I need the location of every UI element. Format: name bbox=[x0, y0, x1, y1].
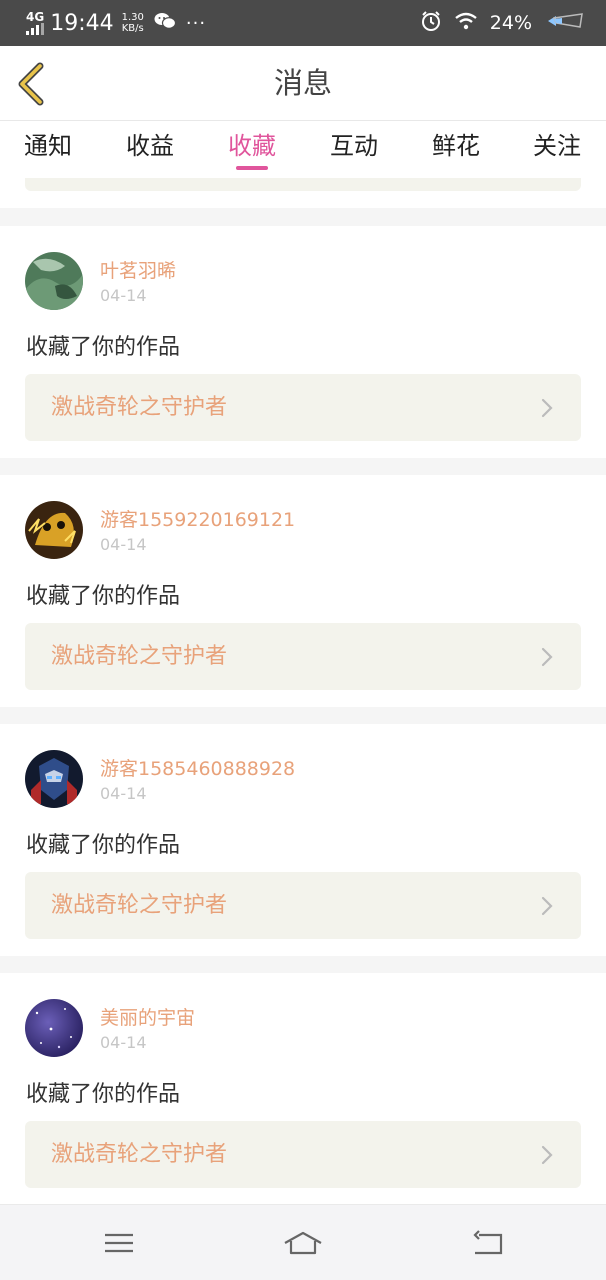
avatar[interactable] bbox=[25, 501, 83, 559]
message-date: 04-14 bbox=[100, 1033, 147, 1052]
signal-indicator: 4G bbox=[26, 11, 44, 35]
network-type: 4G bbox=[26, 10, 45, 24]
username[interactable]: 美丽的宇宙 bbox=[100, 1003, 195, 1030]
home-icon bbox=[284, 1231, 322, 1255]
chevron-right-icon bbox=[541, 896, 553, 916]
chevron-right-icon bbox=[541, 647, 553, 667]
action-text: 收藏了你的作品 bbox=[26, 1082, 181, 1107]
system-nav-bar bbox=[0, 1204, 606, 1280]
clock: 19:44 bbox=[50, 10, 114, 36]
battery-icon bbox=[544, 13, 584, 33]
action-text: 收藏了你的作品 bbox=[26, 833, 181, 858]
chevron-right-icon bbox=[541, 398, 553, 418]
wechat-icon bbox=[154, 12, 176, 34]
tab-notifications[interactable]: 通知 bbox=[24, 121, 72, 178]
username[interactable]: 游客1559220169121 bbox=[100, 505, 295, 532]
tab-following[interactable]: 关注 bbox=[533, 121, 581, 178]
tab-flowers[interactable]: 鲜花 bbox=[432, 121, 480, 178]
alarm-icon bbox=[420, 10, 442, 36]
username[interactable]: 叶茗羽晞 bbox=[100, 256, 176, 283]
tab-bar: 通知 收益 收藏 互动 鲜花 关注 bbox=[0, 121, 606, 178]
return-icon bbox=[473, 1230, 503, 1255]
work-link[interactable]: 激战奇轮之守护者 bbox=[25, 374, 581, 441]
avatar[interactable] bbox=[25, 750, 83, 808]
list-item: 叶茗羽晞 04-14 收藏了你的作品 激战奇轮之守护者 bbox=[0, 226, 606, 458]
list-item: 美丽的宇宙 04-14 收藏了你的作品 激战奇轮之守护者 bbox=[0, 973, 606, 1204]
username[interactable]: 游客1585460888928 bbox=[100, 754, 295, 781]
more-notifications-icon: ··· bbox=[185, 12, 207, 34]
active-tab-indicator bbox=[236, 166, 268, 170]
tab-earnings[interactable]: 收益 bbox=[126, 121, 174, 178]
list-item: 游客1585460888928 04-14 收藏了你的作品 激战奇轮之守护者 bbox=[0, 724, 606, 956]
home-button[interactable] bbox=[283, 1227, 323, 1259]
signal-icon bbox=[26, 23, 44, 35]
message-date: 04-14 bbox=[100, 535, 147, 554]
list-item: 游客1559220169121 04-14 收藏了你的作品 激战奇轮之守护者 bbox=[0, 475, 606, 707]
work-link[interactable]: 激战奇轮之守护者 bbox=[25, 623, 581, 690]
wifi-icon bbox=[454, 12, 478, 34]
speed-value: 1.30 bbox=[121, 12, 144, 23]
message-date: 04-14 bbox=[100, 286, 147, 305]
status-bar: 4G 19:44 1.30 KB/s ··· 24% bbox=[0, 0, 606, 46]
list-item bbox=[0, 178, 606, 208]
work-link[interactable]: 激战奇轮之守护者 bbox=[25, 1121, 581, 1188]
chevron-right-icon bbox=[541, 1145, 553, 1165]
avatar[interactable] bbox=[25, 252, 83, 310]
message-date: 04-14 bbox=[100, 784, 147, 803]
menu-button[interactable] bbox=[99, 1227, 139, 1259]
work-title: 激战奇轮之守护者 bbox=[51, 893, 228, 918]
page-title: 消息 bbox=[273, 66, 332, 100]
menu-icon bbox=[105, 1233, 133, 1253]
action-text: 收藏了你的作品 bbox=[26, 584, 181, 609]
battery-level: 24% bbox=[489, 12, 532, 34]
work-link[interactable] bbox=[25, 178, 581, 191]
work-title: 激战奇轮之守护者 bbox=[51, 644, 228, 669]
avatar[interactable] bbox=[25, 999, 83, 1057]
speed-unit: KB/s bbox=[121, 23, 144, 34]
tab-interactions[interactable]: 互动 bbox=[330, 121, 378, 178]
work-link[interactable]: 激战奇轮之守护者 bbox=[25, 872, 581, 939]
network-speed: 1.30 KB/s bbox=[122, 12, 144, 34]
work-title: 激战奇轮之守护者 bbox=[51, 395, 228, 420]
action-text: 收藏了你的作品 bbox=[26, 335, 181, 360]
header: 消息 bbox=[0, 46, 606, 121]
back-nav-button[interactable] bbox=[467, 1227, 507, 1259]
work-title: 激战奇轮之守护者 bbox=[51, 1142, 228, 1167]
message-list[interactable]: 叶茗羽晞 04-14 收藏了你的作品 激战奇轮之守护者 游客1559220169… bbox=[0, 178, 606, 1204]
